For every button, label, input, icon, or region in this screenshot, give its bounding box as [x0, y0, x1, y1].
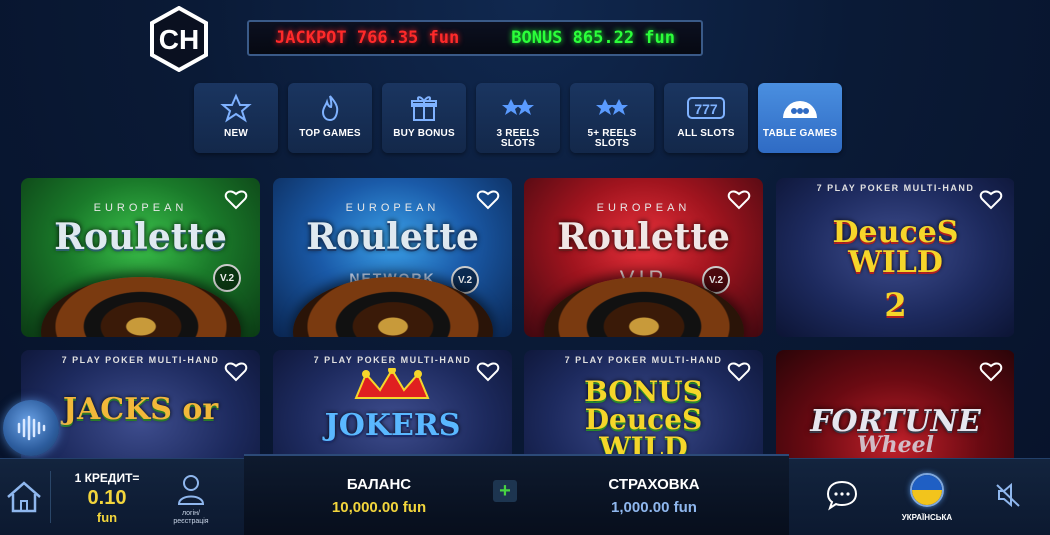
- game-subtitle: Wheel: [856, 432, 935, 458]
- language-selector[interactable]: УКРАЇНСЬКА: [897, 473, 957, 522]
- game-tile-jokers[interactable]: 7 PLAY POKER MULTI-HAND JOKERS: [273, 350, 512, 468]
- credit-label: 1 КРЕДИТ=: [74, 471, 140, 485]
- bottom-right-panel: УКРАЇНСЬКА: [789, 458, 1050, 535]
- mute-icon[interactable]: [993, 479, 1023, 511]
- credit-info: 1 КРЕДИТ= 0.10 fun: [62, 471, 152, 525]
- heart-icon[interactable]: [224, 360, 248, 382]
- brand-logo[interactable]: CH: [148, 6, 210, 72]
- user-icon: [177, 475, 205, 505]
- gift-icon: [411, 96, 437, 121]
- logo-text: CH: [159, 24, 199, 55]
- tab-label: TABLE GAMES: [762, 128, 838, 139]
- insurance-label: СТРАХОВКА: [608, 476, 700, 493]
- heart-icon[interactable]: [476, 360, 500, 382]
- tab-5-reels-slots[interactable]: 5+ REELS SLOTS: [570, 83, 654, 153]
- chat-icon[interactable]: [825, 478, 859, 512]
- game-title: DeuceS WILD: [832, 215, 959, 280]
- game-tile-deuces-wild-2[interactable]: 7 PLAY POKER MULTI-HAND DeuceS WILD 2: [776, 178, 1014, 337]
- two-stars-icon: [596, 99, 628, 115]
- tab-new[interactable]: NEW: [194, 83, 278, 153]
- roulette-wheel-image: [40, 277, 241, 337]
- game-title: JOKERS: [324, 408, 461, 443]
- tab-all-slots[interactable]: 777 ALL SLOTS: [664, 83, 748, 153]
- game-tile-bonus-deuces-wild[interactable]: 7 PLAY POKER MULTI-HAND BONUS DeuceS WIL…: [524, 350, 763, 468]
- add-balance-button[interactable]: +: [493, 480, 517, 502]
- balance-label: БАЛАНС: [346, 476, 412, 493]
- voice-assistant-button[interactable]: [3, 400, 59, 456]
- two-stars-icon: [502, 99, 534, 115]
- game-grid: EUROPEAN Roulette V.2 EUROPEAN Roulette …: [21, 178, 1014, 468]
- table-games-icon: [783, 101, 817, 118]
- version-badge: V.2: [213, 264, 241, 292]
- tab-top-games[interactable]: TOP GAMES: [288, 83, 372, 153]
- login-label: логін/: [182, 510, 200, 517]
- game-tile-european-roulette-vip[interactable]: EUROPEAN Roulette VIP V.2: [524, 178, 763, 337]
- game-tile-fortune-wheel[interactable]: FORTUNE Wheel: [776, 350, 1014, 468]
- category-tabs: NEW TOP GAMES BUY BONUS 3 REELS SLOTS 5+…: [194, 83, 842, 153]
- credit-value: 0.10: [87, 487, 127, 509]
- svg-text:777: 777: [694, 101, 718, 117]
- language-label: УКРАЇНСЬКА: [901, 513, 953, 522]
- flame-icon: [321, 95, 339, 122]
- insurance-value: 1,000.00 fun: [611, 499, 697, 516]
- tab-label: NEW: [224, 128, 248, 139]
- heart-icon[interactable]: [476, 188, 500, 210]
- game-tile-european-roulette-network[interactable]: EUROPEAN Roulette NETWORK V.2: [273, 178, 512, 337]
- tab-label: ALL SLOTS: [677, 128, 735, 139]
- tab-table-games[interactable]: TABLE GAMES: [758, 83, 842, 153]
- balance-info: БАЛАНС 10,000.00 fun: [304, 476, 454, 516]
- game-subtitle: 2: [884, 286, 907, 324]
- bonus-amount: BONUS 865.22 fun: [511, 28, 675, 48]
- insurance-info: СТРАХОВКА 1,000.00 fun: [569, 476, 739, 516]
- bottom-left-panel: 1 КРЕДИТ= 0.10 fun логін/ реєстрація: [0, 458, 244, 535]
- game-tile-european-roulette[interactable]: EUROPEAN Roulette V.2: [21, 178, 260, 337]
- tab-label: 5+ REELS SLOTS: [587, 128, 637, 149]
- ukraine-flag-icon: [910, 473, 944, 507]
- jackpot-amount: JACKPOT 766.35 fun: [275, 28, 460, 48]
- balance-value: 10,000.00 fun: [331, 499, 427, 516]
- 777-icon: 777: [687, 97, 725, 119]
- login-register-button[interactable]: логін/ реєстрація: [163, 473, 219, 526]
- heart-icon[interactable]: [727, 360, 751, 382]
- jackpot-banner: JACKPOT 766.35 fun BONUS 865.22 fun: [247, 20, 703, 56]
- tab-buy-bonus[interactable]: BUY BONUS: [382, 83, 466, 153]
- heart-icon[interactable]: [979, 188, 1003, 210]
- jester-crown-icon: [354, 368, 430, 399]
- home-icon[interactable]: [4, 479, 44, 515]
- heart-icon[interactable]: [224, 188, 248, 210]
- star-icon: [220, 93, 252, 123]
- heart-icon[interactable]: [727, 188, 751, 210]
- tab-3-reels-slots[interactable]: 3 REELS SLOTS: [476, 83, 560, 153]
- balance-panel: БАЛАНС 10,000.00 fun + СТРАХОВКА 1,000.0…: [244, 454, 789, 535]
- heart-icon[interactable]: [979, 360, 1003, 382]
- sound-wave-icon: [17, 415, 46, 441]
- tab-label: BUY BONUS: [393, 128, 455, 139]
- game-title: Roulette: [54, 216, 227, 258]
- game-title: Roulette: [557, 216, 730, 258]
- tab-label: 3 REELS SLOTS: [496, 128, 540, 149]
- game-title: BONUS DeuceS WILD: [584, 375, 703, 464]
- tab-label: TOP GAMES: [299, 128, 361, 139]
- credit-unit: fun: [96, 510, 118, 525]
- divider: [50, 471, 51, 523]
- bottom-bar: 1 КРЕДИТ= 0.10 fun логін/ реєстрація БАЛ…: [0, 454, 1050, 535]
- register-label: реєстрація: [173, 518, 209, 525]
- game-title: Roulette: [306, 216, 479, 258]
